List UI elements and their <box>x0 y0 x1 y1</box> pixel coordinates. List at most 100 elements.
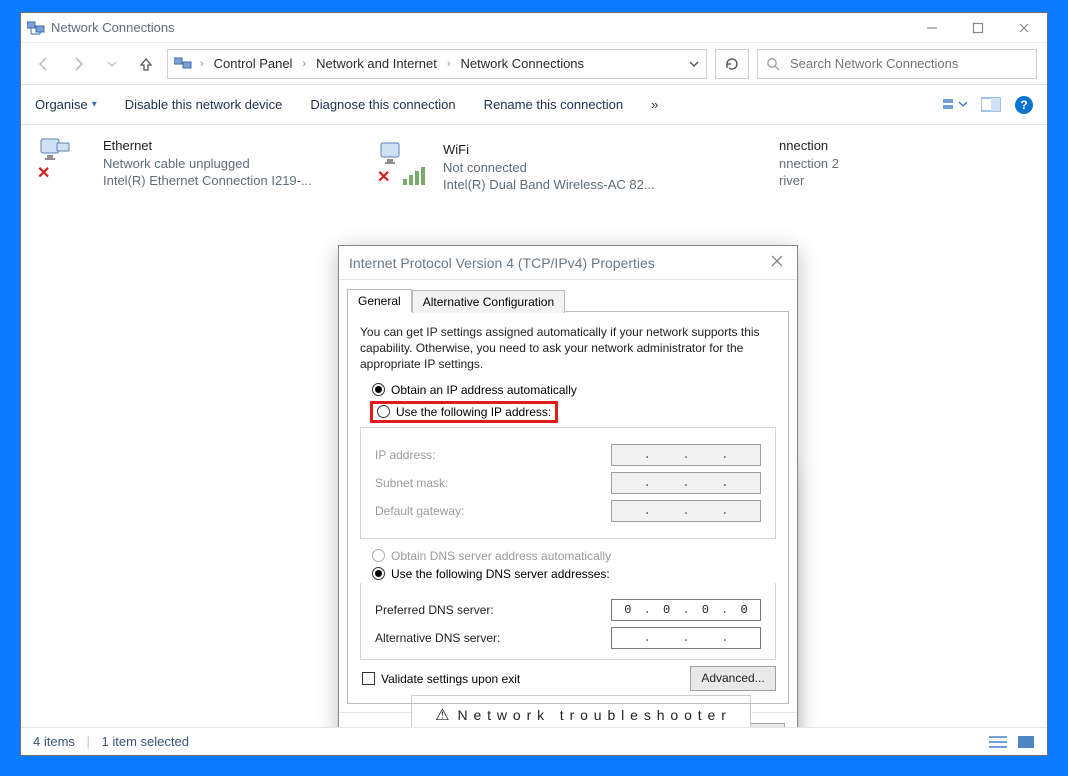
rename-button[interactable]: Rename this connection <box>484 97 623 112</box>
radio-label: Use the following IP address: <box>396 405 551 419</box>
radio-obtain-ip-auto[interactable]: Obtain an IP address automatically <box>372 383 776 397</box>
connection-device: river <box>779 172 839 190</box>
status-items: 4 items <box>33 734 75 749</box>
highlight-use-following-ip: Use the following IP address: <box>370 401 558 423</box>
octet: 0 <box>663 603 670 617</box>
radio-label: Obtain DNS server address automatically <box>391 549 611 563</box>
ipv4-properties-dialog: Internet Protocol Version 4 (TCP/IPv4) P… <box>338 245 798 727</box>
radio-icon <box>372 549 385 562</box>
content-area: ✕ Ethernet Network cable unplugged Intel… <box>21 125 1047 727</box>
label: Preferred DNS server: <box>375 603 494 617</box>
chevron-right-icon[interactable]: › <box>445 58 453 70</box>
search-box[interactable] <box>757 49 1037 79</box>
tab-general[interactable]: General <box>347 289 412 312</box>
breadcrumb-network-internet[interactable]: Network and Internet <box>314 54 439 73</box>
alt-dns-input[interactable]: . . . <box>611 627 761 649</box>
minimize-button[interactable] <box>909 13 955 43</box>
large-icons-view-button[interactable] <box>1017 735 1035 749</box>
wifi-icon: ✕ <box>379 141 433 187</box>
tabs: General Alternative Configuration <box>339 280 797 311</box>
connection-status: nnection 2 <box>779 155 839 173</box>
signal-bars-icon <box>403 167 425 185</box>
chevron-right-icon[interactable]: › <box>198 58 206 70</box>
connection-status: Not connected <box>443 159 655 177</box>
organise-menu[interactable]: Organise ▾ <box>35 97 97 112</box>
label: Alternative DNS server: <box>375 631 500 645</box>
error-x-icon: ✕ <box>377 167 390 187</box>
chevron-right-icon[interactable]: › <box>300 58 308 70</box>
command-bar: Organise ▾ Disable this network device D… <box>21 85 1047 125</box>
tab-body: You can get IP settings assigned automat… <box>347 311 789 704</box>
network-connections-icon <box>27 20 45 36</box>
refresh-button[interactable] <box>715 49 749 79</box>
explorer-window: Network Connections › Control Panel › N <box>20 12 1048 756</box>
label: Subnet mask: <box>375 476 448 490</box>
preview-pane-button[interactable] <box>981 97 1001 113</box>
search-input[interactable] <box>788 55 1028 72</box>
advanced-button[interactable]: Advanced... <box>690 666 776 691</box>
connection-title: Ethernet <box>103 137 312 155</box>
connection-wifi[interactable]: ✕ WiFi Not connected Intel(R) Dual Band … <box>375 135 715 200</box>
radio-label: Use the following DNS server addresses: <box>391 567 610 581</box>
label: IP address: <box>375 448 435 462</box>
octet: 0 <box>741 603 748 617</box>
radio-use-following-dns[interactable]: Use the following DNS server addresses: <box>372 567 776 581</box>
subnet-mask-input: . . . <box>611 472 761 494</box>
diagnose-button[interactable]: Diagnose this connection <box>310 97 455 112</box>
address-bar[interactable]: › Control Panel › Network and Internet ›… <box>167 49 707 79</box>
intro-text: You can get IP settings assigned automat… <box>360 324 776 373</box>
up-button[interactable] <box>133 51 159 77</box>
checkbox-label: Validate settings upon exit <box>381 672 520 686</box>
row-preferred-dns: Preferred DNS server: 0. 0. 0. 0 <box>375 599 761 621</box>
search-icon <box>766 57 780 71</box>
radio-icon <box>377 405 390 418</box>
octet: 0 <box>702 603 709 617</box>
disable-device-button[interactable]: Disable this network device <box>125 97 283 112</box>
row-default-gateway: Default gateway: . . . <box>375 500 761 522</box>
connection-device: Intel(R) Dual Band Wireless-AC 82... <box>443 176 655 194</box>
details-view-button[interactable] <box>989 735 1007 749</box>
dialog-title: Internet Protocol Version 4 (TCP/IPv4) P… <box>349 255 655 271</box>
ethernet-icon: ✕ <box>39 137 93 183</box>
connection-partial[interactable]: nnection nnection 2 river <box>775 131 1047 196</box>
row-alt-dns: Alternative DNS server: . . . <box>375 627 761 649</box>
row-ip-address: IP address: . . . <box>375 444 761 466</box>
status-bar: 4 items | 1 item selected <box>21 727 1047 755</box>
status-divider: | <box>87 734 90 749</box>
status-selected: 1 item selected <box>102 734 189 749</box>
breadcrumb-control-panel[interactable]: Control Panel <box>212 54 295 73</box>
window-title: Network Connections <box>51 20 175 35</box>
radio-obtain-dns-auto: Obtain DNS server address automatically <box>372 549 776 563</box>
dialog-titlebar: Internet Protocol Version 4 (TCP/IPv4) P… <box>339 246 797 280</box>
maximize-button[interactable] <box>955 13 1001 43</box>
titlebar: Network Connections <box>21 13 1047 43</box>
organise-label: Organise <box>35 97 88 112</box>
default-gateway-input: . . . <box>611 500 761 522</box>
radio-icon <box>372 567 385 580</box>
connection-ethernet[interactable]: ✕ Ethernet Network cable unplugged Intel… <box>35 131 375 200</box>
help-icon[interactable]: ? <box>1015 96 1033 114</box>
octet: 0 <box>624 603 631 617</box>
radio-label: Obtain an IP address automatically <box>391 383 577 397</box>
overflow-button[interactable]: » <box>651 97 658 112</box>
error-x-icon: ✕ <box>37 163 50 183</box>
ip-address-input: . . . <box>611 444 761 466</box>
checkbox-icon <box>362 672 375 685</box>
caret-down-icon: ▾ <box>92 99 97 110</box>
row-subnet-mask: Subnet mask: . . . <box>375 472 761 494</box>
breadcrumb-network-connections[interactable]: Network Connections <box>458 54 586 73</box>
recent-dropdown[interactable] <box>99 51 125 77</box>
tab-alt-config[interactable]: Alternative Configuration <box>412 290 565 313</box>
close-icon[interactable] <box>771 255 787 271</box>
radio-use-following-ip[interactable]: Use the following IP address: <box>377 405 551 419</box>
network-connections-icon <box>174 57 192 71</box>
forward-button[interactable] <box>65 51 91 77</box>
close-button[interactable] <box>1001 13 1047 43</box>
address-dropdown[interactable] <box>688 58 700 70</box>
connection-device: Intel(R) Ethernet Connection I219-... <box>103 172 312 190</box>
back-button[interactable] <box>31 51 57 77</box>
view-options-button[interactable] <box>943 97 967 113</box>
nav-row: › Control Panel › Network and Internet ›… <box>21 43 1047 85</box>
warning-icon: ⚠ <box>435 705 449 725</box>
preferred-dns-input[interactable]: 0. 0. 0. 0 <box>611 599 761 621</box>
